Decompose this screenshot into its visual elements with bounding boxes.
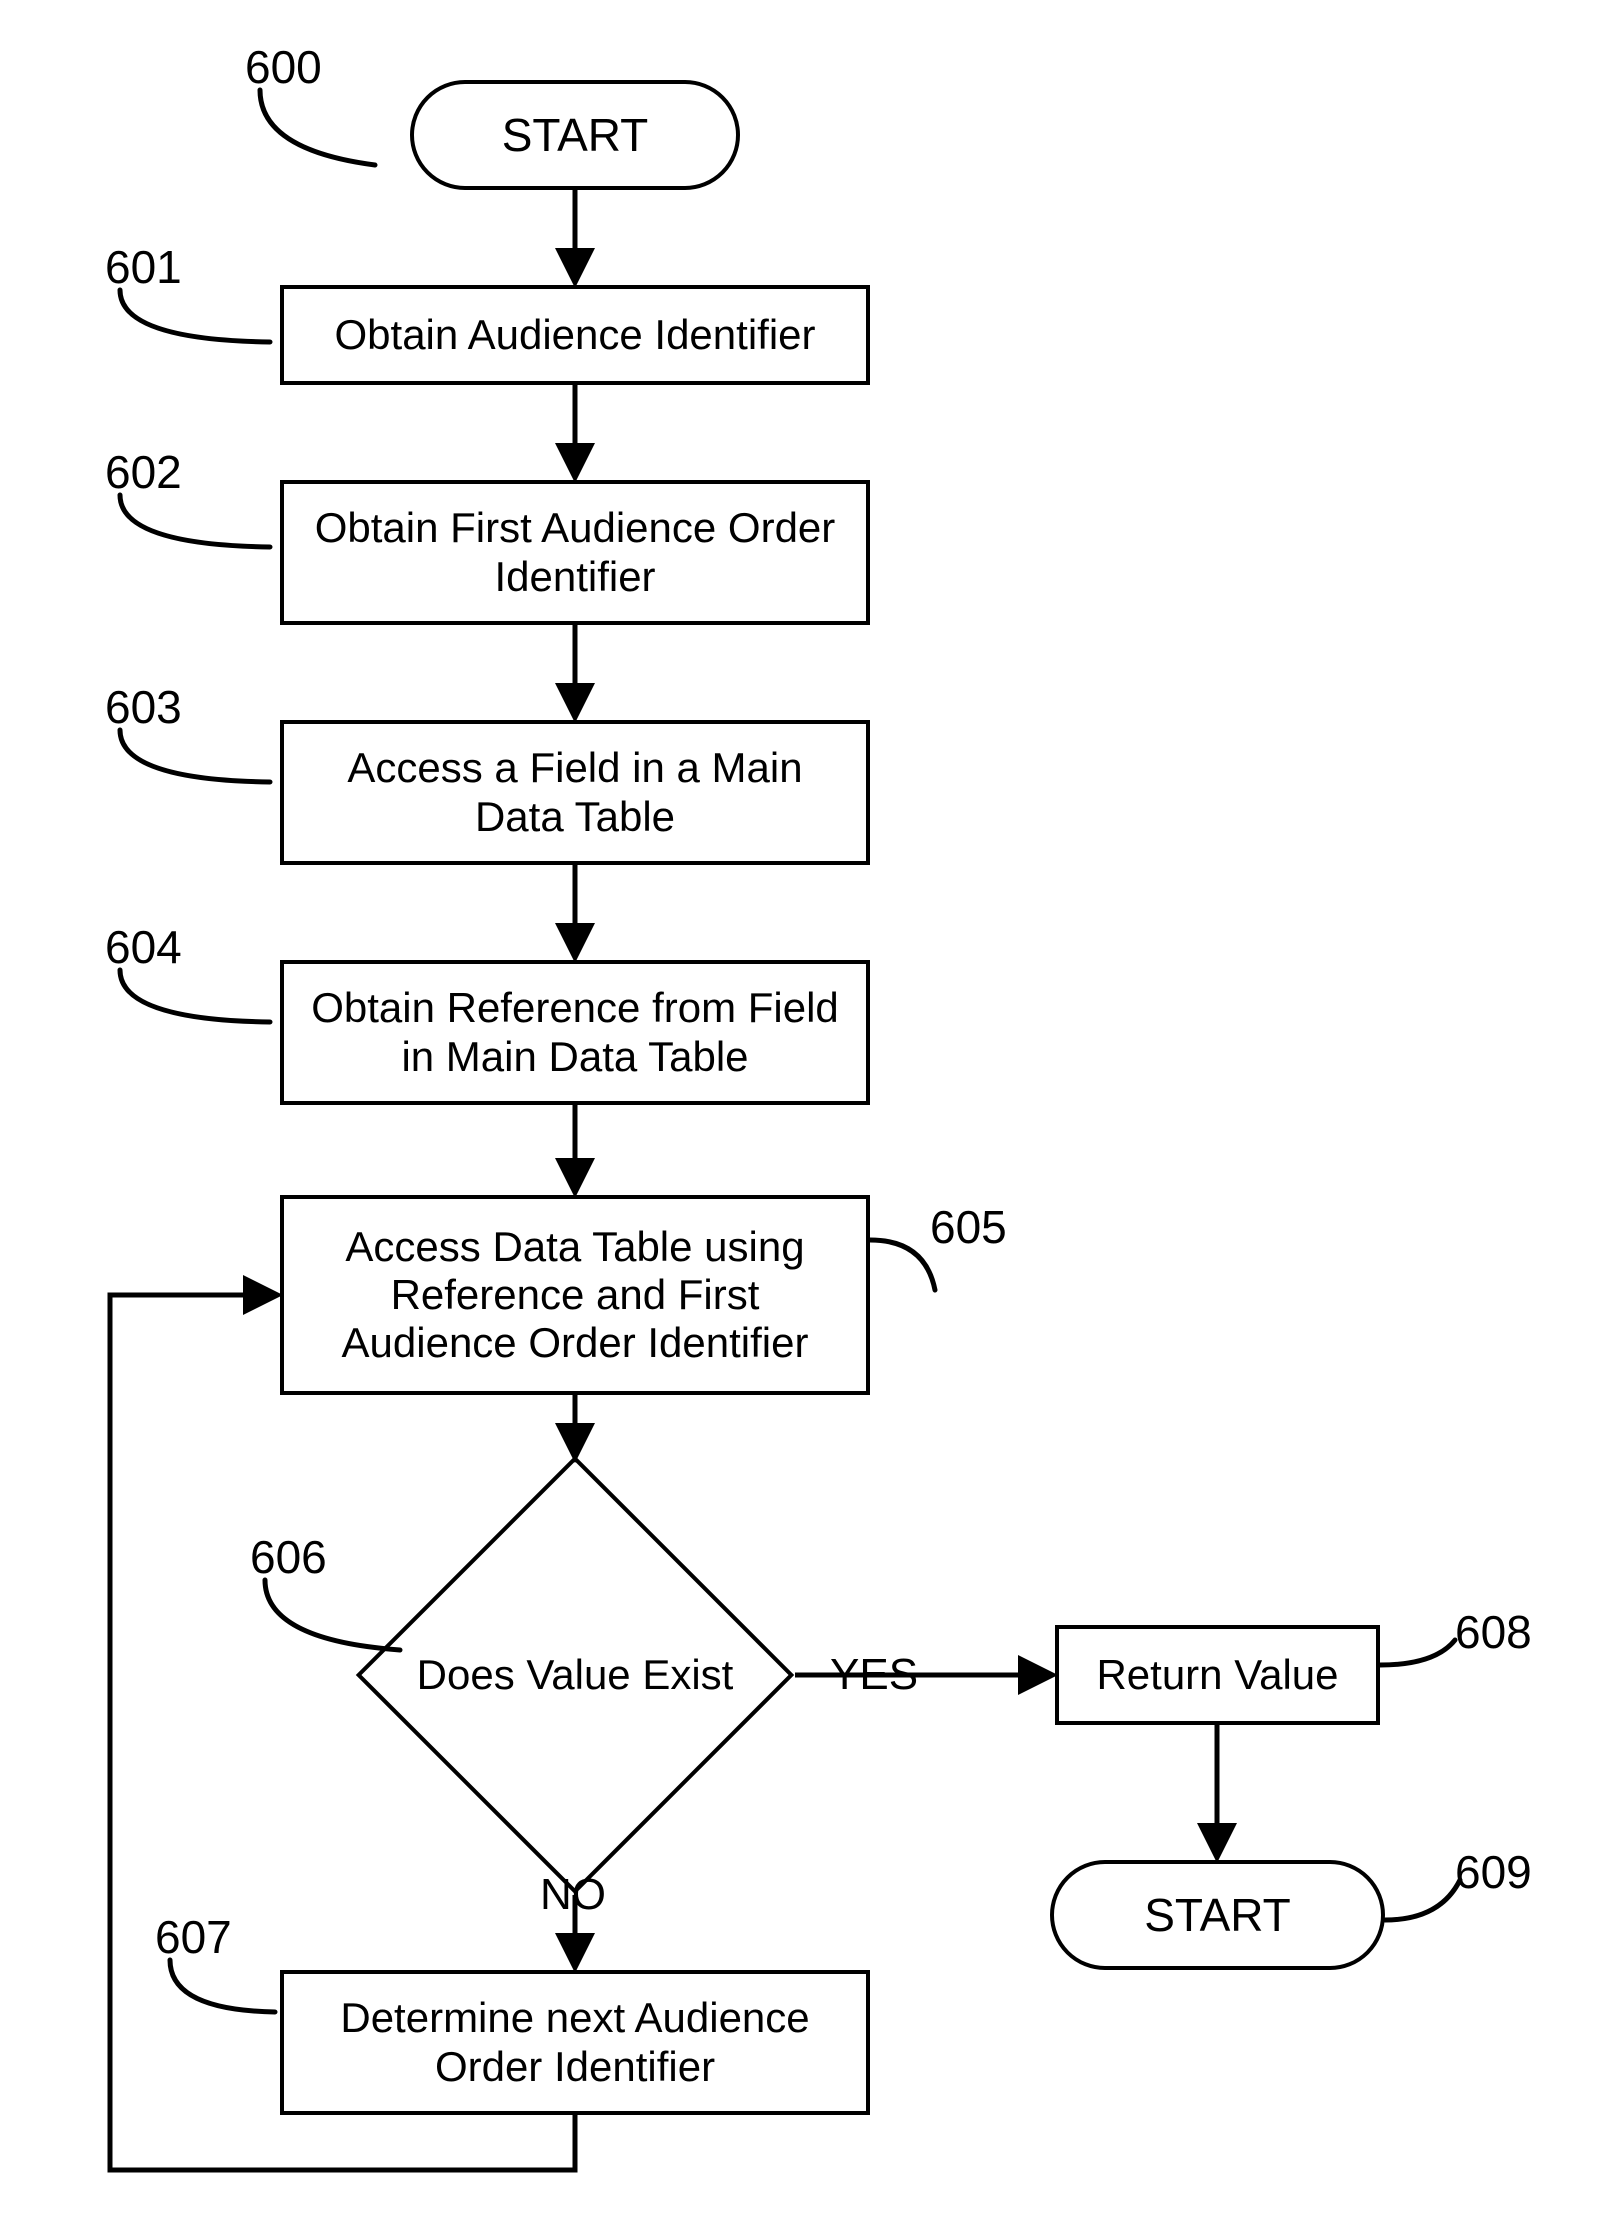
process-access-data-table: Access Data Table using Reference and Fi… <box>280 1195 870 1395</box>
ref-604: 604 <box>105 920 182 974</box>
process-obtain-reference-label: Obtain Reference from Field in Main Data… <box>304 984 846 1081</box>
edge-label-no: NO <box>540 1870 606 1920</box>
ref-600: 600 <box>245 40 322 94</box>
edge-label-yes: YES <box>830 1650 918 1700</box>
ref-601: 601 <box>105 240 182 294</box>
process-obtain-audience-id: Obtain Audience Identifier <box>280 285 870 385</box>
terminator-end-label: START <box>1144 1889 1291 1942</box>
process-access-field-label: Access a Field in a Main Data Table <box>304 744 846 841</box>
ref-603: 603 <box>105 680 182 734</box>
decision-value-exists <box>356 1456 794 1894</box>
ref-608: 608 <box>1455 1605 1532 1659</box>
process-obtain-first-order-id: Obtain First Audience Order Identifier <box>280 480 870 625</box>
ref-602: 602 <box>105 445 182 499</box>
ref-605: 605 <box>930 1200 1007 1254</box>
process-obtain-first-order-id-label: Obtain First Audience Order Identifier <box>304 504 846 601</box>
process-determine-next-order-id: Determine next Audience Order Identifier <box>280 1970 870 2115</box>
process-obtain-reference: Obtain Reference from Field in Main Data… <box>280 960 870 1105</box>
ref-606: 606 <box>250 1530 327 1584</box>
process-determine-next-order-id-label: Determine next Audience Order Identifier <box>304 1994 846 2091</box>
ref-609: 609 <box>1455 1845 1532 1899</box>
terminator-end: START <box>1050 1860 1385 1970</box>
terminator-start-label: START <box>502 109 649 162</box>
process-obtain-audience-id-label: Obtain Audience Identifier <box>335 311 816 359</box>
flowchart-canvas: START 600 Obtain Audience Identifier 601… <box>0 0 1624 2218</box>
ref-607: 607 <box>155 1910 232 1964</box>
process-access-field: Access a Field in a Main Data Table <box>280 720 870 865</box>
process-access-data-table-label: Access Data Table using Reference and Fi… <box>304 1223 846 1368</box>
process-return-value-label: Return Value <box>1096 1651 1338 1699</box>
terminator-start: START <box>410 80 740 190</box>
process-return-value: Return Value <box>1055 1625 1380 1725</box>
